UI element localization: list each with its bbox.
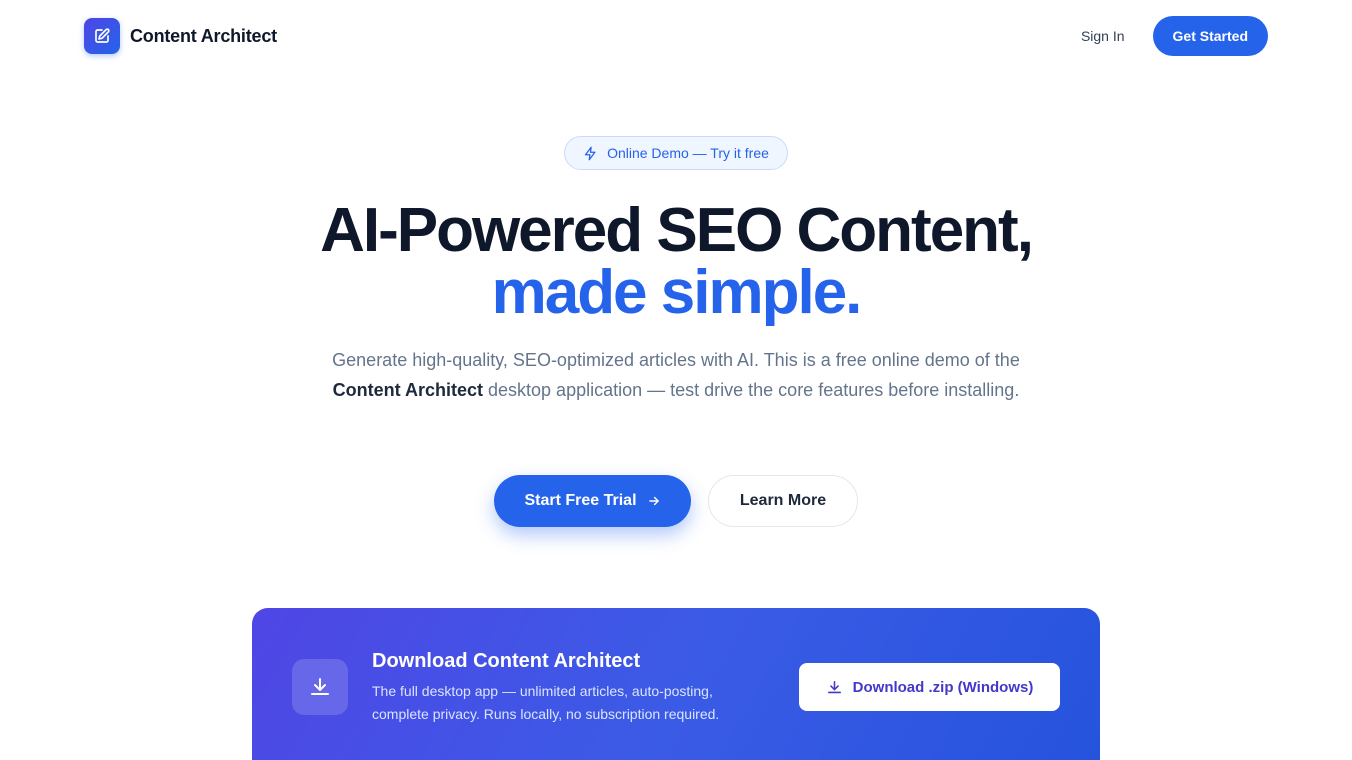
headline-line-1: AI-Powered SEO Content,: [320, 196, 1034, 265]
hero-cta-group: Start Free Trial Learn More: [0, 475, 1352, 527]
download-zip-button[interactable]: Download .zip (Windows): [799, 663, 1060, 711]
arrow-right-icon: [648, 496, 659, 506]
site-header: Content Architect Sign In Get Started: [84, 16, 1268, 56]
brand[interactable]: Content Architect: [84, 18, 277, 54]
start-free-trial-button[interactable]: Start Free Trial: [494, 475, 691, 527]
download-zip-label: Download .zip (Windows): [852, 678, 1034, 696]
download-icon: [827, 680, 841, 693]
description-part-1: Generate high-quality, SEO-optimized art…: [332, 350, 1020, 370]
download-title: Download Content Architect: [372, 650, 641, 672]
get-started-button[interactable]: Get Started: [1152, 16, 1268, 56]
download-icon: [292, 659, 348, 715]
lightning-icon: [584, 146, 596, 160]
hero-description: Generate high-quality, SEO-optimized art…: [330, 346, 1022, 405]
header-nav: Sign In Get Started: [1081, 16, 1268, 56]
learn-more-button[interactable]: Learn More: [708, 475, 858, 527]
download-description: The full desktop app — unlimited article…: [372, 683, 720, 722]
online-demo-badge: Online Demo — Try it free: [564, 136, 788, 170]
sign-in-link[interactable]: Sign In: [1081, 28, 1125, 44]
description-product-name: Content Architect: [332, 379, 484, 400]
logo-edit-icon: [84, 18, 120, 54]
badge-label: Online Demo — Try it free: [607, 145, 769, 161]
brand-name: Content Architect: [130, 25, 277, 46]
landing-page: Content Architect Sign In Get Started On…: [0, 0, 1352, 760]
start-free-trial-label: Start Free Trial: [524, 492, 637, 509]
headline-line-2: made simple.: [491, 258, 863, 327]
download-card: Download Content Architect The full desk…: [252, 608, 1100, 760]
description-part-2: desktop application — test drive the cor…: [483, 379, 1020, 400]
hero-headline: AI-Powered SEO Content, made simple.: [0, 200, 1352, 324]
